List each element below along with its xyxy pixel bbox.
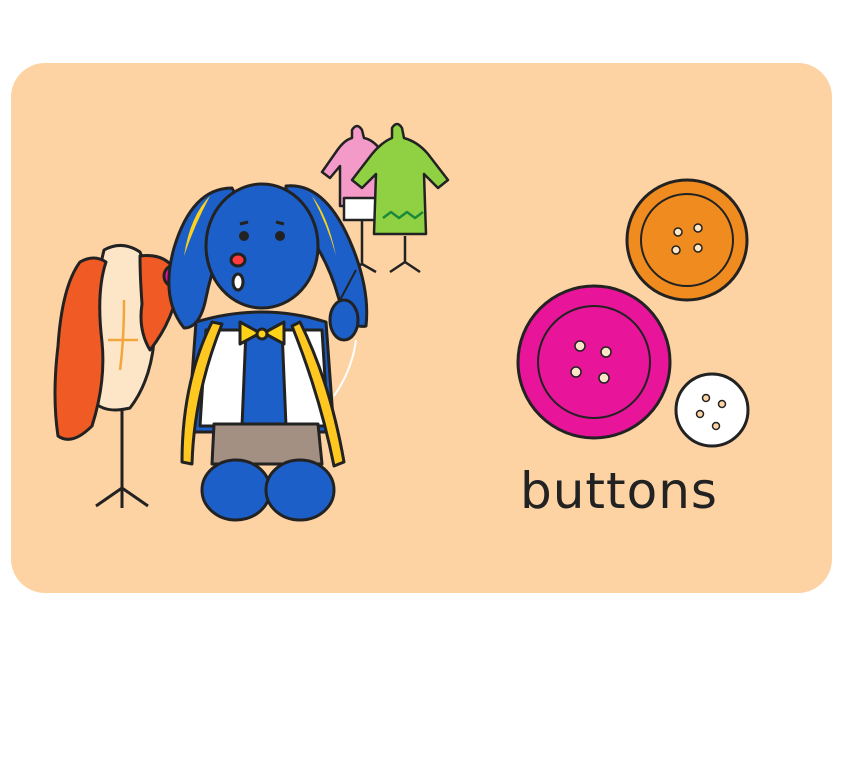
scene-illustration <box>53 122 750 522</box>
white-button-icon <box>674 372 750 448</box>
card-word: buttons <box>520 462 718 520</box>
bunny-tailor-character <box>167 182 369 522</box>
orange-button-icon <box>625 178 749 302</box>
pink-button-icon <box>516 284 672 440</box>
dress-form-icon <box>53 244 188 508</box>
